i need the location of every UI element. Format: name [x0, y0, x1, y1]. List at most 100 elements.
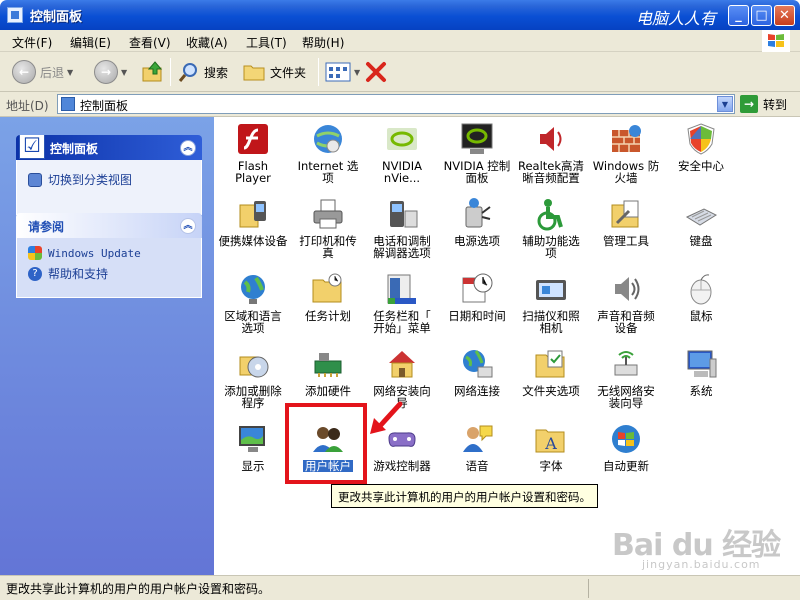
item-label: 语音: [465, 459, 489, 473]
control-panel-item[interactable]: 电源选项: [439, 197, 515, 247]
address-dropdown-icon[interactable]: ▼: [717, 96, 733, 112]
red-arrow-icon: [370, 401, 403, 434]
control-panel-item[interactable]: 自动更新: [588, 422, 664, 472]
minimize-button[interactable]: _: [728, 5, 749, 26]
control-panel-item[interactable]: 语音: [439, 422, 515, 472]
switch-to-category-view-link[interactable]: 切换到分类视图: [28, 171, 132, 188]
control-panel-item[interactable]: 声音和音频 设备: [588, 272, 664, 334]
up-folder-button[interactable]: [141, 59, 165, 85]
item-label: Realtek高清 晰音频配置: [517, 159, 585, 185]
folders-button[interactable]: 文件夹: [242, 59, 306, 85]
control-panel-item[interactable]: 添加硬件: [290, 347, 366, 397]
menu-favorites[interactable]: 收藏(A): [186, 34, 228, 51]
baidu-watermark: Bai du 经验 jingyan.baidu.com: [612, 512, 782, 574]
scanner-icon: [536, 280, 566, 300]
item-label: 扫描仪和照 相机: [522, 309, 580, 335]
fonts-icon: A: [535, 429, 565, 453]
control-panel-item[interactable]: Windows 防 火墙: [588, 122, 664, 184]
item-label: 字体: [539, 459, 563, 473]
globe-icon: [314, 125, 342, 153]
toolbar-separator: [318, 58, 319, 86]
menu-tools[interactable]: 工具(T): [246, 34, 287, 51]
item-label: 辅助功能选 项: [522, 234, 580, 260]
control-panel-section-header[interactable]: 控制面板 ︽: [16, 135, 202, 160]
control-panel-item[interactable]: NVIDIA 控制 面板: [439, 122, 515, 184]
control-panel-item[interactable]: 便携媒体设备: [215, 197, 291, 247]
item-label: 鼠标: [689, 309, 713, 323]
back-dropdown-icon[interactable]: ▼: [67, 68, 73, 77]
menu-bar: 文件(F) 编辑(E) 查看(V) 收藏(A) 工具(T) 帮助(H): [0, 30, 800, 52]
control-panel-item[interactable]: Flash Player: [215, 122, 291, 184]
menu-help[interactable]: 帮助(H): [302, 34, 344, 51]
menu-file[interactable]: 文件(F): [12, 34, 52, 51]
control-panel-item[interactable]: 任务计划: [290, 272, 366, 322]
speaker-icon: [540, 127, 562, 151]
control-panel-item[interactable]: Internet 选 项: [290, 122, 366, 184]
maximize-button[interactable]: □: [751, 5, 772, 26]
collapse-chevron-icon[interactable]: ︽: [180, 140, 196, 156]
control-panel-item[interactable]: 键盘: [663, 197, 739, 247]
control-panel-item[interactable]: 管理工具: [588, 197, 664, 247]
control-panel-item[interactable]: 日期和时间: [439, 272, 515, 322]
collapse-chevron-icon[interactable]: ︽: [180, 218, 196, 234]
control-panel-small-icon: [61, 97, 75, 111]
menu-view[interactable]: 查看(V): [129, 34, 171, 51]
item-label: 自动更新: [603, 459, 649, 473]
delete-x-icon: [366, 62, 386, 82]
control-panel-item[interactable]: 任务栏和「 开始」菜单: [364, 272, 440, 334]
control-panel-icon: [7, 7, 23, 23]
views-button[interactable]: ▼: [325, 59, 360, 85]
menu-edit[interactable]: 编辑(E): [70, 34, 111, 51]
views-dropdown-icon[interactable]: ▼: [354, 68, 360, 77]
close-button[interactable]: ✕: [774, 5, 795, 26]
forward-button[interactable]: → ▼: [94, 59, 127, 85]
forward-arrow-icon: →: [94, 60, 118, 84]
control-panel-item[interactable]: 网络连接: [439, 347, 515, 397]
control-panel-item[interactable]: 添加或删除 程序: [215, 347, 291, 409]
item-label: 添加硬件: [305, 384, 351, 398]
title-bar[interactable]: 控制面板 电脑人人有 _ □ ✕: [0, 0, 800, 30]
section-title: 请参阅: [28, 220, 65, 234]
control-panel-large-icon: [19, 135, 45, 159]
control-panel-item[interactable]: 安全中心: [663, 122, 739, 172]
address-field[interactable]: 控制面板 ▼: [57, 94, 735, 114]
views-icon: [325, 62, 351, 82]
control-panel-item[interactable]: 鼠标: [663, 272, 739, 322]
task-folder-icon: [312, 273, 342, 303]
forward-dropdown-icon[interactable]: ▼: [121, 68, 127, 77]
status-text: 更改共享此计算机的用户的用户帐户设置和密码。: [6, 582, 271, 596]
go-button[interactable]: → 转到: [740, 95, 787, 113]
control-panel-item[interactable]: NVIDIA nVie...: [364, 122, 440, 184]
back-button[interactable]: ← 后退 ▼: [12, 59, 73, 85]
section-body: 切换到分类视图: [16, 160, 202, 215]
see-also-header[interactable]: 请参阅 ︽: [16, 213, 202, 238]
display-icon: [239, 426, 265, 452]
address-bar: 地址(D) 控制面板 ▼ → 转到: [0, 92, 800, 117]
control-panel-item[interactable]: 电话和调制 解调器选项: [364, 197, 440, 259]
control-panel-item[interactable]: 辅助功能选 项: [513, 197, 589, 259]
item-label: 管理工具: [603, 234, 649, 248]
wireless-icon: [614, 351, 638, 376]
up-folder-icon: [142, 61, 163, 82]
control-panel-item[interactable]: 扫描仪和照 相机: [513, 272, 589, 334]
item-label: Flash Player: [235, 159, 271, 185]
help-and-support-link[interactable]: ? 帮助和支持: [28, 265, 108, 282]
go-label: 转到: [763, 97, 788, 112]
control-panel-item[interactable]: 无线网络安 装向导: [588, 347, 664, 409]
control-panel-item[interactable]: 文件夹选项: [513, 347, 589, 397]
delete-button[interactable]: [364, 59, 388, 85]
control-panel-item[interactable]: A 字体: [513, 422, 589, 472]
control-panel-item[interactable]: 打印机和传 真: [290, 197, 366, 259]
phone-icon: [390, 201, 418, 228]
control-panel-item[interactable]: 显示: [215, 422, 291, 472]
control-panel-item[interactable]: 系统: [663, 347, 739, 397]
see-also-section: 请参阅 ︽ Windows Update ? 帮助和支持: [16, 213, 202, 298]
control-panel-item[interactable]: 区域和语言 选项: [215, 272, 291, 334]
keyboard-icon: [685, 208, 718, 226]
search-button[interactable]: 搜索: [178, 59, 228, 85]
windows-update-link[interactable]: Windows Update: [28, 246, 141, 260]
link-label: 帮助和支持: [48, 267, 109, 281]
power-icon: [465, 198, 491, 228]
control-panel-item[interactable]: Realtek高清 晰音频配置: [513, 122, 589, 184]
shield-icon: [687, 123, 715, 155]
